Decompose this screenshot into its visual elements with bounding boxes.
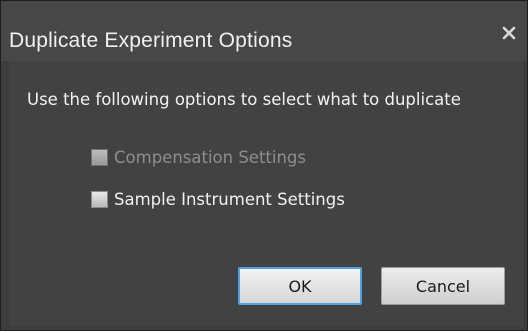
cancel-button[interactable]: Cancel [381,267,505,305]
dialog-title: Duplicate Experiment Options [9,29,293,52]
sample-instrument-settings-label[interactable]: Sample Instrument Settings [114,190,345,209]
close-icon[interactable] [499,23,519,43]
dialog-titlebar[interactable]: Duplicate Experiment Options [1,1,527,61]
ok-button[interactable]: OK [238,267,362,305]
duplicate-experiment-dialog: Duplicate Experiment Options Use the fol… [0,0,528,331]
compensation-settings-checkbox[interactable] [91,149,108,166]
compensation-settings-label: Compensation Settings [114,148,307,167]
sample-instrument-settings-checkbox[interactable] [91,191,108,208]
sample-instrument-settings-option[interactable]: Sample Instrument Settings [91,190,345,209]
instructions-text: Use the following options to select what… [27,90,461,109]
compensation-settings-option: Compensation Settings [91,148,306,167]
